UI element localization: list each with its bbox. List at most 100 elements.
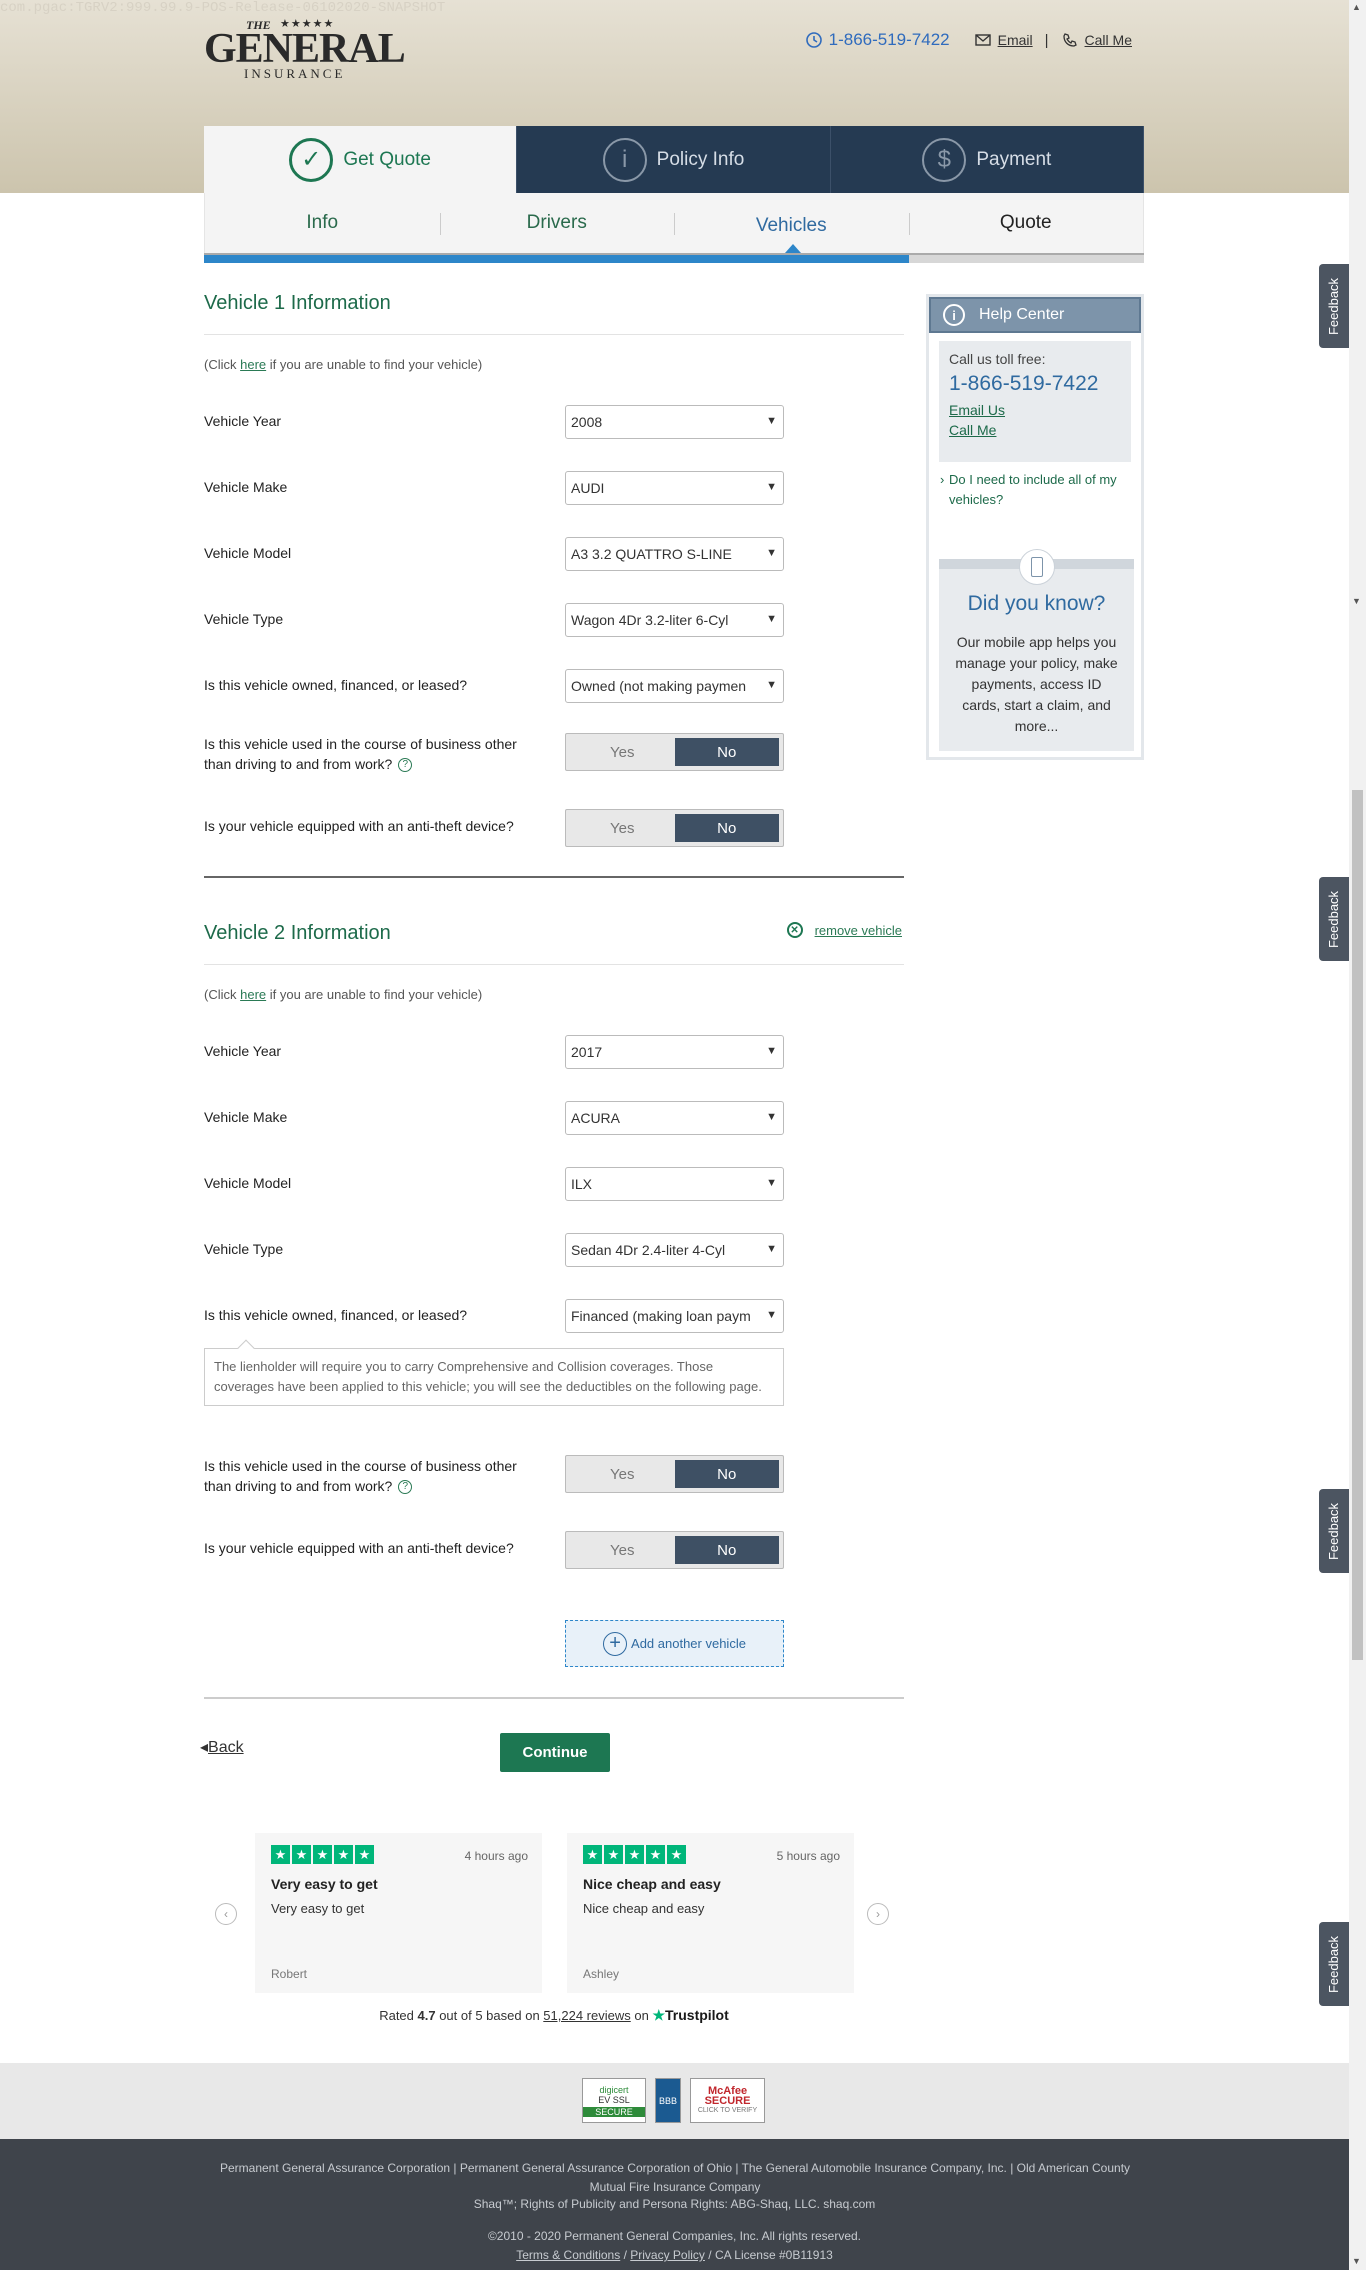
vehicle-year-label: Vehicle Year <box>204 1043 282 1059</box>
add-vehicle-button[interactable]: + Add another vehicle <box>565 1620 784 1667</box>
header-call-me-link[interactable]: Call Me <box>1085 32 1132 48</box>
yes-option[interactable]: Yes <box>570 1460 675 1488</box>
step-label: Policy Info <box>656 148 745 170</box>
vehicle2-model-select[interactable]: ILX ▼ <box>565 1167 784 1201</box>
feedback-tab[interactable]: Feedback <box>1319 877 1349 961</box>
chevron-down-icon: ▼ <box>766 547 777 559</box>
vehicle1-make-select[interactable]: AUDI ▼ <box>565 471 784 505</box>
yes-option[interactable]: Yes <box>570 1536 675 1564</box>
feedback-tab[interactable]: Feedback <box>1319 264 1349 348</box>
did-you-know-text[interactable]: Our mobile app helps you manage your pol… <box>939 632 1134 737</box>
vehicle-model-label: Vehicle Model <box>204 1175 292 1191</box>
review-card[interactable]: ★ ★ ★ ★ ★ 4 hours ago Very easy to get Very … <box>255 1833 542 1993</box>
chevron-down-icon: ▼ <box>766 481 777 493</box>
vehicle2-antitheft-toggle[interactable]: Yes No <box>565 1531 784 1569</box>
owned-label: Is this vehicle owned, financed, or leas… <box>204 677 468 693</box>
chevron-down-icon: ▼ <box>766 1309 777 1321</box>
next-review-icon[interactable]: › <box>867 1903 889 1925</box>
step-get-quote[interactable]: ✓ Get Quote <box>204 126 518 193</box>
feedback-tab[interactable]: Feedback <box>1319 1489 1349 1573</box>
call-label: Call us toll free: <box>949 351 1046 367</box>
review-text: Nice cheap and easy <box>583 1901 705 1916</box>
terms-link[interactable]: Terms & Conditions <box>516 2248 620 2262</box>
review-time: 5 hours ago <box>776 1849 840 1863</box>
review-card[interactable]: ★ ★ ★ ★ ★ 5 hours ago Nice cheap and easy Ni… <box>567 1833 854 1993</box>
step-label: Payment <box>976 148 1052 170</box>
check-icon: ✓ <box>289 137 334 182</box>
chevron-down-icon: ▼ <box>766 1045 777 1057</box>
rating-score: 4.7 <box>417 2008 436 2023</box>
remove-vehicle-button[interactable]: ✕ remove vehicle <box>786 922 902 938</box>
vehicle2-title: Vehicle 2 Information <box>204 922 391 944</box>
privacy-link[interactable]: Privacy Policy <box>630 2248 705 2262</box>
tab-drivers[interactable]: Drivers <box>439 193 675 253</box>
continue-button[interactable]: Continue <box>500 1733 610 1772</box>
back-link[interactable]: ◂Back <box>200 1737 244 1757</box>
trustpilot-logo[interactable]: ★Trustpilot <box>652 2007 728 2023</box>
header-separator: | <box>1044 31 1049 49</box>
page-scrollbar[interactable]: ▲ ▼ ▼ ▼ <box>1349 0 1366 2270</box>
help-phone[interactable]: 1-866-519-7422 <box>949 372 1121 396</box>
yes-option[interactable]: Yes <box>570 738 675 766</box>
no-option[interactable]: No <box>674 1460 779 1488</box>
vehicle-type-label: Vehicle Type <box>204 1241 284 1257</box>
step-policy-info[interactable]: i Policy Info <box>517 126 831 193</box>
vehicle-make-label: Vehicle Make <box>204 479 288 495</box>
general-logo[interactable]: THE ★★★★★ GENERAL INSURANCE <box>204 18 406 81</box>
vehicle1-year-select[interactable]: 2008 ▼ <box>565 405 784 439</box>
vehicle1-business-toggle[interactable]: Yes No <box>565 733 784 771</box>
vehicle2-make-select[interactable]: ACURA ▼ <box>565 1101 784 1135</box>
scrollbar-thumb[interactable] <box>1352 790 1363 1660</box>
vehicle1-here-link[interactable]: here <box>240 357 266 372</box>
digicert-badge[interactable]: digicert EV SSL SECURE <box>582 2078 646 2123</box>
scroll-down-icon[interactable]: ▼ <box>1352 2256 1361 2266</box>
footer-companies: Permanent General Assurance Corporation … <box>219 2161 1131 2194</box>
vehicle2-year-select[interactable]: 2017 ▼ <box>565 1035 784 1069</box>
progress-fill <box>204 255 909 263</box>
scroll-up-icon[interactable]: ▲ <box>1352 2 1361 12</box>
no-option[interactable]: No <box>674 1536 779 1564</box>
logo-sub: INSURANCE <box>244 66 346 81</box>
no-option[interactable]: No <box>674 738 779 766</box>
header-email-link[interactable]: Email <box>998 32 1033 48</box>
feedback-tab[interactable]: Feedback <box>1319 1922 1349 2006</box>
tab-quote[interactable]: Quote <box>908 193 1144 253</box>
footer-legal: Terms & Conditions / Privacy Policy / CA… <box>516 2248 833 2262</box>
bbb-badge[interactable]: BBB <box>655 2078 681 2123</box>
owned-label: Is this vehicle owned, financed, or leas… <box>204 1307 468 1323</box>
vehicle1-type-select[interactable]: Wagon 4Dr 3.2-liter 6-Cyl ▼ <box>565 603 784 637</box>
remove-vehicle-link[interactable]: remove vehicle <box>815 923 902 938</box>
faq-link[interactable]: Do I need to include all of my vehicles? <box>939 470 1131 510</box>
step-payment[interactable]: $ Payment <box>830 126 1144 193</box>
header-phone-link[interactable]: 1-866-519-7422 <box>829 30 950 50</box>
reviews-count-link[interactable]: 51,224 reviews <box>543 2008 630 2023</box>
no-option[interactable]: No <box>674 814 779 842</box>
trustpilot-star-icon: ★ <box>652 2007 665 2023</box>
vehicle2-hint: (Click here if you are unable to find yo… <box>204 987 483 1002</box>
vehicle1-model-select[interactable]: A3 3.2 QUATTRO S-LINE ▼ <box>565 537 784 571</box>
help-center: i Help Center Call us toll free: 1-866-51… <box>926 294 1144 760</box>
vehicle1-antitheft-toggle[interactable]: Yes No <box>565 809 784 847</box>
dollar-icon: $ <box>922 137 967 182</box>
footer-shaq: Shaq™; Rights of Publicity and Persona R… <box>473 2197 876 2211</box>
yes-option[interactable]: Yes <box>570 814 675 842</box>
vehicle2-here-link[interactable]: here <box>240 987 266 1002</box>
phone-clock-icon <box>805 32 822 48</box>
vehicle2-owned-select[interactable]: Financed (making loan paym ▼ <box>565 1299 784 1333</box>
prev-review-icon[interactable]: ‹ <box>215 1903 237 1925</box>
info-icon: i <box>602 137 647 182</box>
help-question-icon[interactable]: ? <box>398 1480 413 1495</box>
call-me-link[interactable]: Call Me <box>949 422 1121 438</box>
trustpilot-reviews: ‹ ★ ★ ★ ★ ★ 4 hours ago Very easy to get Ver… <box>213 1833 893 1993</box>
tab-info[interactable]: Info <box>205 193 440 253</box>
vehicle2-type-select[interactable]: Sedan 4Dr 2.4-liter 4-Cyl ▼ <box>565 1233 784 1267</box>
vehicle1-owned-select[interactable]: Owned (not making paymen ▼ <box>565 669 784 703</box>
business-use-label: Is this vehicle used in the course of bu… <box>204 736 517 773</box>
help-question-icon[interactable]: ? <box>398 758 413 773</box>
did-you-know-title: Did you know? <box>967 592 1106 615</box>
mcafee-badge[interactable]: McAfee SECURE CLICK TO VERIFY <box>690 2078 765 2123</box>
email-us-link[interactable]: Email Us <box>949 402 1121 418</box>
vehicle2-business-toggle[interactable]: Yes No <box>565 1455 784 1493</box>
help-call-box: Call us toll free: 1-866-519-7422 Email … <box>939 341 1131 462</box>
review-author: Robert <box>271 1967 308 1981</box>
